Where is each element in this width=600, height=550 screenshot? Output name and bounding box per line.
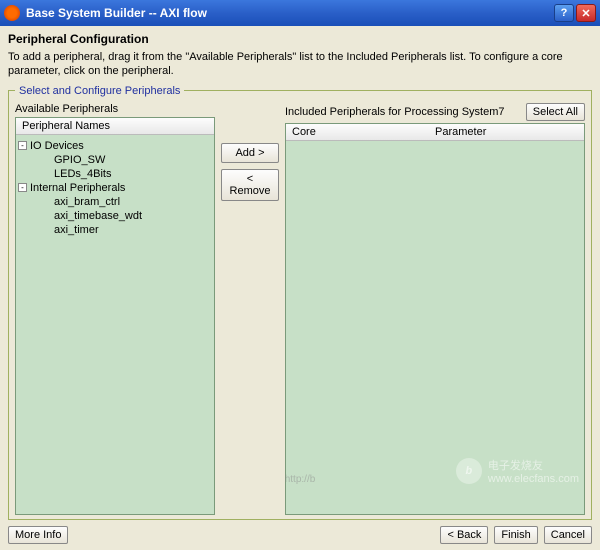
tree-group-label: Internal Peripherals xyxy=(30,182,125,194)
tree-toggle-icon[interactable]: - xyxy=(18,183,27,192)
help-button[interactable]: ? xyxy=(554,4,574,22)
included-header: Core Parameter xyxy=(286,124,584,141)
peripherals-fieldset: Select and Configure Peripherals Availab… xyxy=(8,85,592,520)
included-listbox[interactable]: Core Parameter xyxy=(285,123,585,515)
header-core: Core xyxy=(292,126,435,138)
available-peripherals-pane: Available Peripherals Peripheral Names -… xyxy=(15,103,215,515)
fieldset-legend: Select and Configure Peripherals xyxy=(15,85,184,97)
tree-item-axi-timer[interactable]: axi_timer xyxy=(36,223,212,237)
finish-button[interactable]: Finish xyxy=(494,526,537,544)
more-info-button[interactable]: More Info xyxy=(8,526,68,544)
included-peripherals-pane: Included Peripherals for Processing Syst… xyxy=(285,103,585,515)
add-button[interactable]: Add > xyxy=(221,143,279,163)
page-heading: Peripheral Configuration xyxy=(8,32,592,46)
select-all-button[interactable]: Select All xyxy=(526,103,585,121)
tree-item-leds-4bits[interactable]: LEDs_4Bits xyxy=(36,167,212,181)
window-title: Base System Builder -- AXI flow xyxy=(26,6,554,20)
tree-group-internal-peripherals[interactable]: -Internal Peripherals xyxy=(18,181,212,195)
tree-group-label: IO Devices xyxy=(30,140,84,152)
included-label: Included Peripherals for Processing Syst… xyxy=(285,106,526,118)
header-parameter: Parameter xyxy=(435,126,578,138)
available-label: Available Peripherals xyxy=(15,103,215,115)
header-peripheral-names: Peripheral Names xyxy=(22,120,208,132)
available-listbox[interactable]: Peripheral Names -IO Devices GPIO_SW LED… xyxy=(15,117,215,515)
tree-item-axi-bram-ctrl[interactable]: axi_bram_ctrl xyxy=(36,195,212,209)
tree-toggle-icon[interactable]: - xyxy=(18,141,27,150)
remove-button[interactable]: < Remove xyxy=(221,169,279,201)
tree-item-axi-timebase-wdt[interactable]: axi_timebase_wdt xyxy=(36,209,212,223)
tree-item-gpio-sw[interactable]: GPIO_SW xyxy=(36,153,212,167)
available-header: Peripheral Names xyxy=(16,118,214,135)
wizard-buttons: More Info < Back Finish Cancel xyxy=(8,520,592,544)
window-titlebar: Base System Builder -- AXI flow ? ✕ xyxy=(0,0,600,26)
cancel-button[interactable]: Cancel xyxy=(544,526,592,544)
app-icon xyxy=(4,5,20,21)
page-description: To add a peripheral, drag it from the "A… xyxy=(8,50,592,79)
peripheral-tree: -IO Devices GPIO_SW LEDs_4Bits -Internal… xyxy=(16,135,214,241)
close-button[interactable]: ✕ xyxy=(576,4,596,22)
back-button[interactable]: < Back xyxy=(440,526,488,544)
transfer-buttons-pane: Add > < Remove xyxy=(221,103,279,515)
tree-group-io-devices[interactable]: -IO Devices xyxy=(18,139,212,153)
